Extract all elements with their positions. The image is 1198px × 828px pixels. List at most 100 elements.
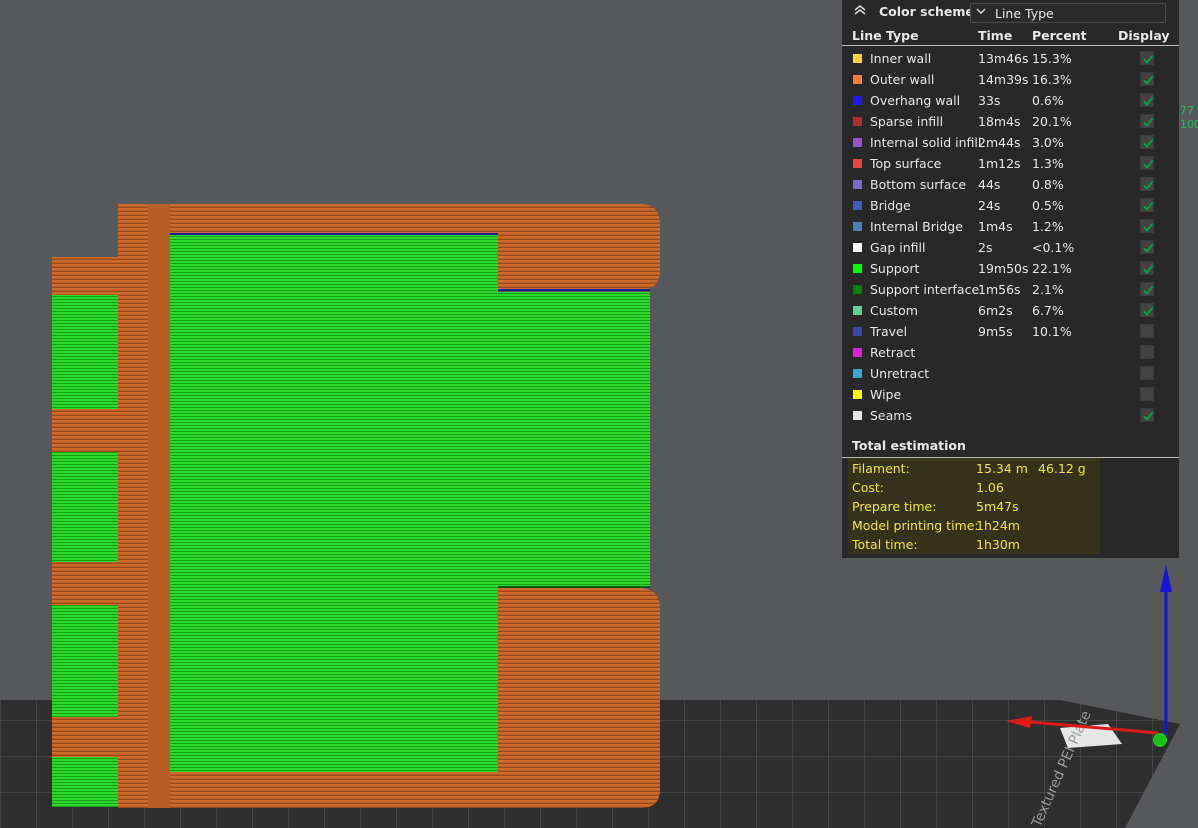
legend-row[interactable]: Retract — [842, 342, 1179, 363]
line-type-name: Custom — [870, 303, 918, 318]
display-checkbox[interactable] — [1140, 387, 1154, 401]
cost-label: Cost: — [852, 480, 885, 495]
color-swatch — [853, 54, 862, 63]
color-swatch — [853, 96, 862, 105]
line-type-time: 44s — [978, 177, 1001, 192]
display-checkbox[interactable] — [1140, 51, 1154, 65]
left-wall-tab-1 — [52, 257, 122, 295]
color-scheme-dropdown[interactable]: Line Type — [970, 3, 1166, 23]
line-type-name: Top surface — [870, 156, 942, 171]
line-type-time: 33s — [978, 93, 1001, 108]
line-type-percent: 0.5% — [1032, 198, 1064, 213]
display-checkbox[interactable] — [1140, 303, 1154, 317]
checkmark-icon — [1143, 55, 1154, 64]
line-type-time: 1m4s — [978, 219, 1013, 234]
line-type-name: Internal solid infill — [870, 135, 982, 150]
display-checkbox[interactable] — [1140, 114, 1154, 128]
legend-row[interactable]: Overhang wall 33s 0.6% — [842, 90, 1179, 111]
legend-row[interactable]: Outer wall 14m39s 16.3% — [842, 69, 1179, 90]
display-checkbox[interactable] — [1140, 72, 1154, 86]
side-readout-value-2: 100 — [1180, 118, 1198, 131]
line-type-percent: 1.3% — [1032, 156, 1064, 171]
line-type-percent: 15.3% — [1032, 51, 1072, 66]
checkmark-icon — [1143, 181, 1154, 190]
color-swatch — [853, 159, 862, 168]
line-type-name: Inner wall — [870, 51, 932, 66]
legend-row[interactable]: Internal Bridge 1m4s 1.2% — [842, 216, 1179, 237]
display-checkbox[interactable] — [1140, 366, 1154, 380]
legend-row[interactable]: Bottom surface 44s 0.8% — [842, 174, 1179, 195]
left-support-block-2 — [52, 452, 122, 562]
display-checkbox[interactable] — [1140, 324, 1154, 338]
line-type-time: 14m39s — [978, 72, 1029, 87]
line-type-percent: 20.1% — [1032, 114, 1072, 129]
legend-row[interactable]: Unretract — [842, 363, 1179, 384]
legend-row[interactable]: Bridge 24s 0.5% — [842, 195, 1179, 216]
legend-row[interactable]: Seams — [842, 405, 1179, 426]
total-estimation-title: Total estimation — [852, 438, 966, 453]
legend-header: Color scheme Line Type — [842, 0, 1179, 26]
color-swatch — [853, 411, 862, 420]
total-time-label: Total time: — [852, 537, 918, 552]
line-type-name: Sparse infill — [870, 114, 944, 129]
legend-row[interactable]: Top surface 1m12s 1.3% — [842, 153, 1179, 174]
line-type-percent: 3.0% — [1032, 135, 1064, 150]
legend-row[interactable]: Wipe — [842, 384, 1179, 405]
sliced-model — [52, 204, 660, 808]
color-swatch — [853, 369, 862, 378]
display-checkbox[interactable] — [1140, 219, 1154, 233]
support-right — [498, 292, 650, 586]
display-checkbox[interactable] — [1140, 240, 1154, 254]
color-swatch — [853, 264, 862, 273]
total-time-value: 1h30m — [976, 537, 1020, 552]
display-checkbox[interactable] — [1140, 282, 1154, 296]
line-type-name: Retract — [870, 345, 916, 360]
line-type-percent: 16.3% — [1032, 72, 1072, 87]
line-type-time: 1m56s — [978, 282, 1021, 297]
display-checkbox[interactable] — [1140, 93, 1154, 107]
checkmark-icon — [1143, 160, 1154, 169]
display-checkbox[interactable] — [1140, 408, 1154, 422]
left-wall-tab-4 — [52, 717, 122, 757]
color-swatch — [853, 117, 862, 126]
side-readout-value-1: 77 — [1180, 104, 1194, 117]
checkmark-icon — [1143, 412, 1154, 421]
color-swatch — [853, 138, 862, 147]
legend-row[interactable]: Custom 6m2s 6.7% — [842, 300, 1179, 321]
checkmark-icon — [1143, 286, 1154, 295]
line-type-name: Travel — [870, 324, 908, 339]
display-checkbox[interactable] — [1140, 177, 1154, 191]
color-swatch — [853, 306, 862, 315]
display-checkbox[interactable] — [1140, 198, 1154, 212]
line-type-percent: 0.6% — [1032, 93, 1064, 108]
col-header-time: Time — [978, 28, 1013, 43]
legend-row[interactable]: Gap infill 2s <0.1% — [842, 237, 1179, 258]
display-checkbox[interactable] — [1140, 156, 1154, 170]
legend-row[interactable]: Internal solid infill 2m44s 3.0% — [842, 132, 1179, 153]
line-type-time: 19m50s — [978, 261, 1029, 276]
chevron-down-icon — [975, 5, 987, 20]
legend-row[interactable]: Travel 9m5s 10.1% — [842, 321, 1179, 342]
color-scheme-value: Line Type — [995, 6, 1054, 21]
legend-row[interactable]: Support 19m50s 22.1% — [842, 258, 1179, 279]
prepare-time-label: Prepare time: — [852, 499, 937, 514]
legend-row[interactable]: Support interface 1m56s 2.1% — [842, 279, 1179, 300]
prepare-time-value: 5m47s — [976, 499, 1019, 514]
checkmark-icon — [1143, 307, 1154, 316]
legend-row[interactable]: Inner wall 13m46s 15.3% — [842, 48, 1179, 69]
legend-row[interactable]: Sparse infill 18m4s 20.1% — [842, 111, 1179, 132]
line-type-time: 1m12s — [978, 156, 1021, 171]
line-type-percent: 0.8% — [1032, 177, 1064, 192]
color-swatch — [853, 285, 862, 294]
display-checkbox[interactable] — [1140, 261, 1154, 275]
line-type-time: 9m5s — [978, 324, 1013, 339]
display-checkbox[interactable] — [1140, 135, 1154, 149]
line-type-time: 18m4s — [978, 114, 1021, 129]
display-checkbox[interactable] — [1140, 345, 1154, 359]
line-type-time: 24s — [978, 198, 1001, 213]
line-type-percent: 2.1% — [1032, 282, 1064, 297]
left-support-block-4 — [52, 757, 122, 807]
line-type-name: Support interface — [870, 282, 980, 297]
collapse-up-icon[interactable] — [850, 3, 870, 23]
filament-length: 15.34 m — [976, 461, 1028, 476]
